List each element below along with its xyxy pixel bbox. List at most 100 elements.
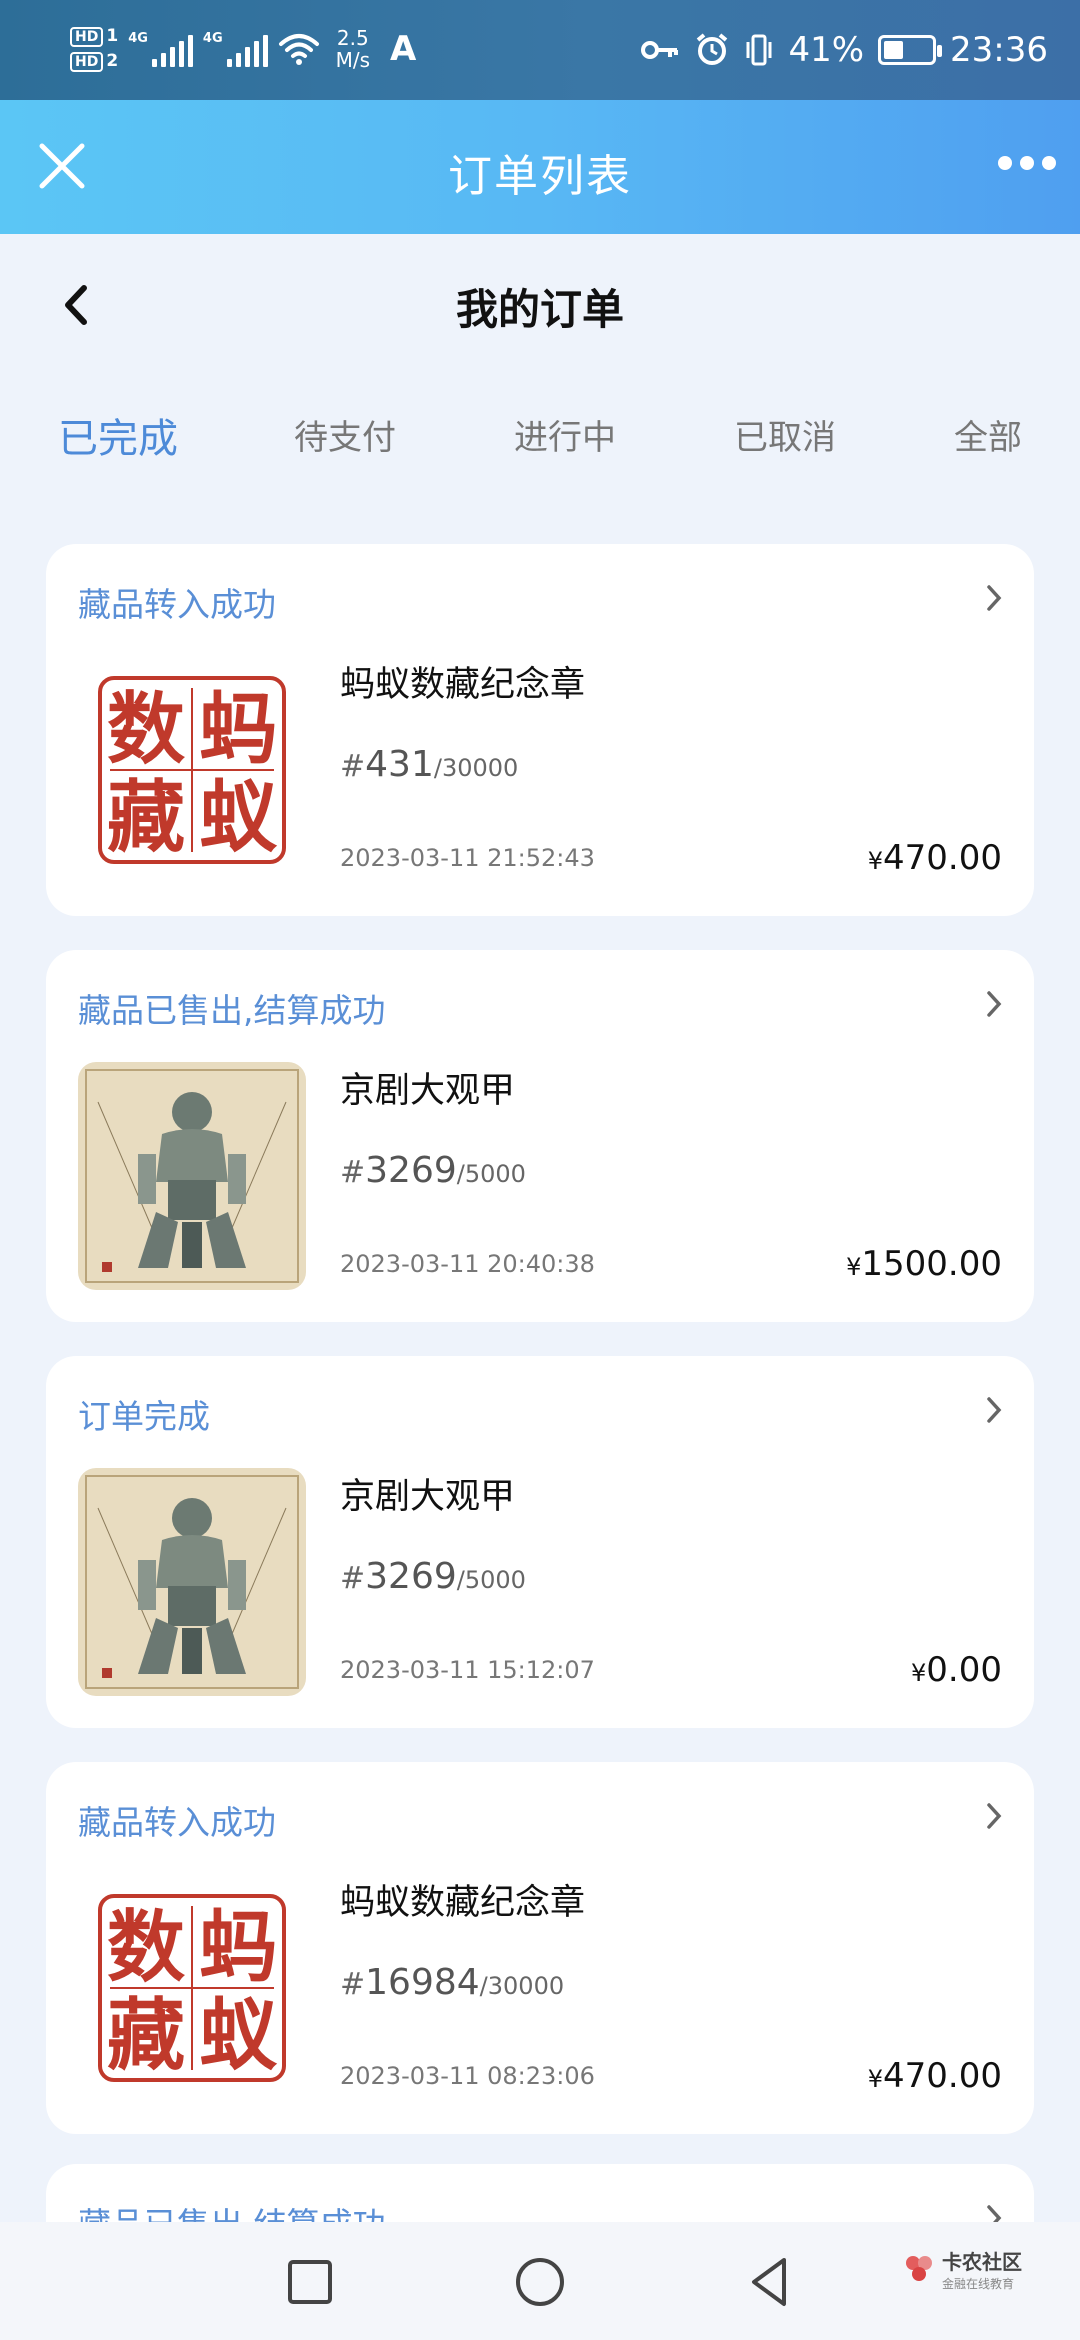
status-bar: HD 1 HD 2 4G 4G 2.5 M/s A 41% 23:36	[0, 0, 1080, 100]
chevron-right-icon[interactable]	[984, 1800, 1004, 1832]
serial-total: /30000	[433, 754, 519, 782]
app-bar: 订单列表	[0, 100, 1080, 234]
svg-text:藏: 藏	[107, 1990, 185, 2081]
watermark-line2: 金融在线教育	[942, 2277, 1015, 2291]
svg-text:蚂: 蚂	[199, 1902, 277, 1993]
speed-value: 2.5	[336, 26, 369, 50]
order-price: ¥1500.00	[846, 1244, 1002, 1284]
system-nav-bar: 卡农社区 金融在线教育	[0, 2222, 1080, 2340]
price-amount: 470.00	[883, 838, 1002, 878]
chevron-right-icon[interactable]	[984, 988, 1004, 1020]
serial-total: /5000	[456, 1160, 526, 1188]
item-serial: #3269/5000	[340, 1150, 526, 1191]
price-currency: ¥	[867, 847, 884, 875]
ant-seal-thumbnail[interactable]: 蚂 数 蚁 藏	[78, 1874, 306, 2102]
order-tabs: 已完成 待支付 进行中 已取消 全部	[0, 400, 1080, 470]
order-card[interactable]: 藏品已售出,结算成功 京剧大观甲 #3269/5000 2023-03-11 2…	[46, 950, 1034, 1322]
watermark-logo-icon	[906, 2256, 932, 2281]
serial-hash: #	[340, 1967, 366, 2002]
seal-image: 蚂 数 蚁 藏	[78, 656, 306, 884]
alarm-icon	[697, 33, 728, 65]
status-right: 41% 23:36	[640, 30, 1048, 70]
order-price: ¥470.00	[868, 2056, 1002, 2096]
recent-apps-icon[interactable]	[280, 2252, 340, 2312]
signal-2-icon: 4G	[203, 31, 268, 67]
hd2-num: 2	[106, 51, 119, 71]
page-title: 我的订单	[455, 285, 624, 334]
tab-in-progress[interactable]: 进行中	[514, 410, 616, 459]
chevron-right-icon[interactable]	[984, 1394, 1004, 1426]
more-dots-icon[interactable]	[998, 156, 1056, 170]
serial-total: /30000	[479, 1972, 565, 2000]
app-title: 订单列表	[448, 151, 632, 202]
hd2-indicator: HD 2	[70, 51, 118, 72]
wifi-icon	[278, 34, 319, 65]
order-card[interactable]: 订单完成 京剧大观甲 #3269/5000 2023-03-11 15:12:0…	[46, 1356, 1034, 1728]
order-price: ¥0.00	[911, 1650, 1002, 1690]
tab-cancelled[interactable]: 已取消	[734, 410, 836, 459]
watermark: 卡农社区 金融在线教育	[902, 2246, 1022, 2292]
battery-fill	[884, 41, 904, 59]
seal-svg: 蚂 数 蚁 藏	[98, 676, 286, 864]
clock: 23:36	[950, 30, 1048, 70]
svg-text:数: 数	[107, 1902, 185, 1993]
back-triangle-icon[interactable]	[740, 2252, 800, 2312]
vibrate-icon	[746, 34, 772, 66]
tab-pending-payment[interactable]: 待支付	[294, 410, 396, 459]
svg-text:蚂: 蚂	[199, 684, 277, 775]
order-status: 藏品转入成功	[78, 1803, 276, 1842]
serial-hash: #	[340, 749, 366, 784]
seal-image: 蚂 数 蚁 藏	[78, 1874, 306, 2102]
net2-label: 4G	[202, 31, 223, 46]
serial-hash: #	[340, 1155, 366, 1190]
order-status: 藏品转入成功	[78, 585, 276, 624]
speed-unit: M/s	[335, 48, 371, 72]
serial-number: 16984	[365, 1962, 480, 2003]
price-currency: ¥	[846, 1253, 862, 1281]
net-speed: 2.5 M/s	[336, 27, 370, 71]
opera-armor-image	[78, 1062, 306, 1290]
order-card[interactable]: 藏品转入成功 蚂 数 蚁 藏 蚂蚁数藏纪念章 #431/30000 2023-0…	[46, 544, 1034, 916]
order-date: 2023-03-11 20:40:38	[340, 1250, 595, 1278]
hd1-label: HD	[70, 27, 104, 47]
item-name: 京剧大观甲	[340, 1071, 516, 1111]
price-amount: 1500.00	[861, 1244, 1002, 1284]
serial-number: 3269	[365, 1556, 457, 1597]
signal-1-icon: 4G	[128, 31, 193, 67]
tab-completed[interactable]: 已完成	[58, 406, 178, 464]
item-name: 蚂蚁数藏纪念章	[340, 1883, 586, 1923]
opera-armor-image	[78, 1468, 306, 1696]
page-header: 我的订单	[0, 234, 1080, 374]
order-date: 2023-03-11 08:23:06	[340, 2062, 595, 2090]
order-date: 2023-03-11 15:12:07	[340, 1656, 595, 1684]
ant-seal-thumbnail[interactable]: 蚂 数 蚁 藏	[78, 656, 306, 884]
price-amount: 470.00	[883, 2056, 1002, 2096]
chevron-right-icon[interactable]	[984, 582, 1004, 614]
price-currency: ¥	[867, 2065, 884, 2093]
item-name: 蚂蚁数藏纪念章	[340, 665, 586, 705]
hd1-indicator: HD 1	[70, 26, 118, 47]
watermark-text: 卡农社区 金融在线教育	[942, 2246, 1022, 2292]
serial-number: 3269	[365, 1150, 457, 1191]
watermark-line1: 卡农社区	[942, 2250, 1022, 2274]
hd-indicators: HD 1 HD 2	[70, 26, 118, 72]
price-amount: 0.00	[926, 1650, 1002, 1690]
tab-all[interactable]: 全部	[954, 410, 1022, 459]
item-serial: #431/30000	[340, 744, 518, 785]
seal-svg: 蚂 数 蚁 藏	[98, 1894, 286, 2082]
item-serial: #16984/30000	[340, 1962, 564, 2003]
item-serial: #3269/5000	[340, 1556, 526, 1597]
order-status: 订单完成	[78, 1397, 210, 1436]
home-icon[interactable]	[510, 2252, 570, 2312]
order-price: ¥470.00	[868, 838, 1002, 878]
order-status: 藏品已售出,结算成功	[78, 991, 386, 1030]
order-date: 2023-03-11 21:52:43	[340, 844, 595, 872]
serial-number: 431	[365, 744, 434, 785]
svg-text:藏: 藏	[107, 772, 185, 863]
order-card[interactable]: 藏品转入成功 蚂 数 蚁 藏 蚂蚁数藏纪念章 #16984/30000 2023…	[46, 1762, 1034, 2134]
opera-armor-thumbnail[interactable]	[78, 1062, 306, 1290]
hd1-num: 1	[106, 26, 119, 46]
a-icon: A	[390, 29, 417, 69]
opera-armor-thumbnail[interactable]	[78, 1468, 306, 1696]
item-name: 京剧大观甲	[340, 1477, 516, 1517]
